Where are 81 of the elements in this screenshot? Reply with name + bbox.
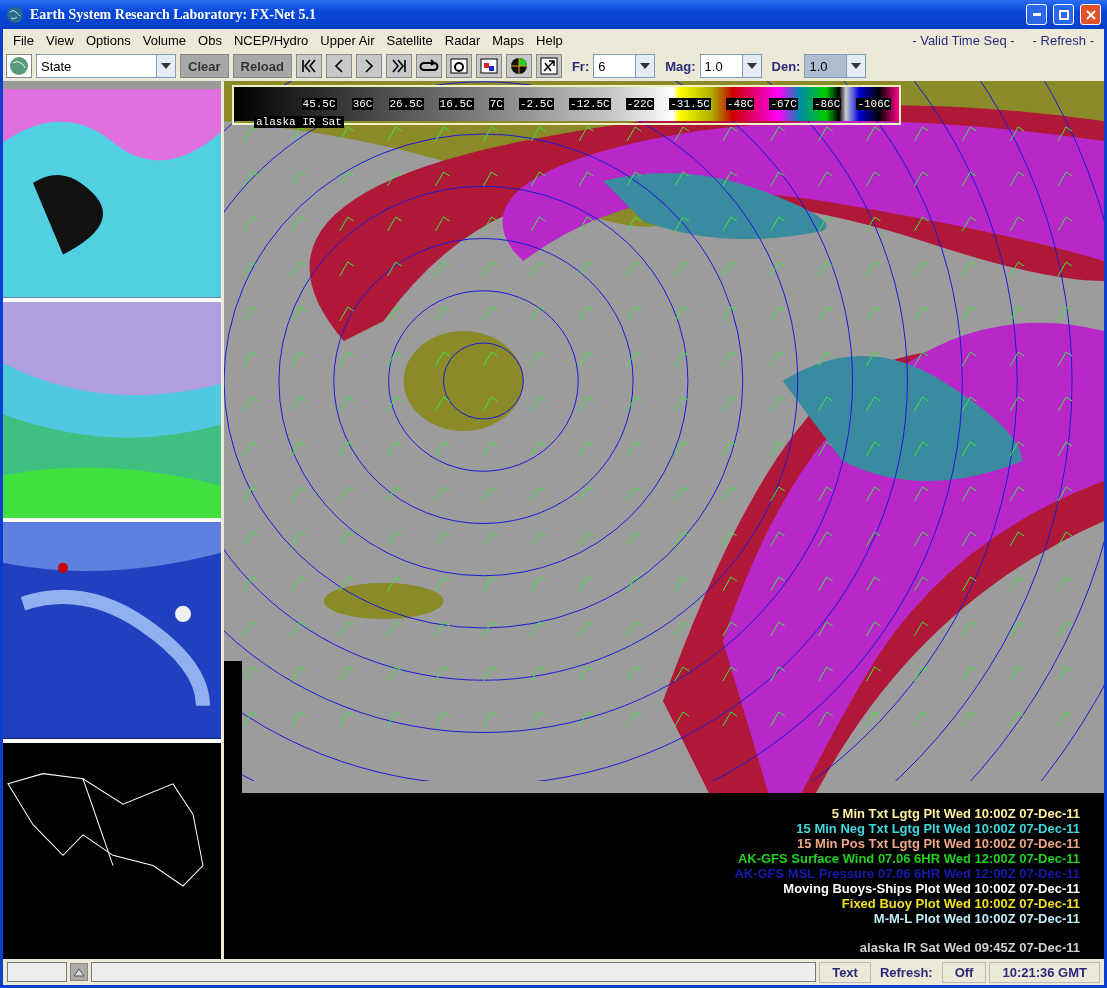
density-dropdown[interactable]: 1.0 [804, 54, 867, 78]
legend-line: Moving Buoys-Ships Plot Wed 10:00Z 07-Dec-11 [783, 881, 1080, 896]
clear-button[interactable]: Clear [180, 54, 229, 78]
clock-text: 10:21:36 GMT [989, 961, 1100, 983]
menu-item[interactable]: View [39, 30, 80, 50]
up-button[interactable] [70, 963, 88, 981]
globe-button[interactable] [6, 54, 32, 78]
globe-icon [6, 5, 24, 24]
crosshair-icon [508, 57, 529, 75]
legend-line: 15 Min Neg Txt Lgtg Plt Wed 10:00Z 07-Dec-11 [796, 821, 1080, 836]
menu-item[interactable]: File [7, 30, 40, 50]
scale-label: -22C [625, 98, 655, 110]
image-timestamp: alaska IR Sat Wed 09:45Z 07-Dec-11 [859, 940, 1080, 955]
magnification-dropdown[interactable]: 1.0 [699, 54, 762, 78]
maximize-icon [1058, 9, 1069, 20]
reload-button[interactable]: Reload [232, 54, 292, 78]
region-dropdown[interactable]: State [36, 54, 176, 78]
menu-item[interactable]: NCEP/Hydro [227, 30, 315, 50]
map-thumbnail[interactable] [3, 81, 221, 298]
field-label: Mag: [665, 58, 696, 74]
status-field[interactable] [7, 962, 67, 982]
previous-frame-button[interactable] [325, 54, 352, 78]
text-mode-button[interactable]: Text [819, 961, 871, 983]
menu-link[interactable]: - Refresh - [1032, 32, 1094, 48]
menu-item[interactable]: Satellite [380, 30, 439, 50]
legend-line: AK-GFS MSL Pressure 07.06 6HR Wed 12:00Z 07-Dec-11 [734, 866, 1080, 881]
menu-item[interactable]: Volume [136, 30, 193, 50]
scale-label: -12.5C [569, 98, 611, 110]
legend-line: AK-GFS Surface Wind 07.06 6HR Wed 12:00Z 07-Dec-11 [737, 851, 1080, 866]
caret-icon [640, 63, 651, 69]
menu-item[interactable]: Help [530, 30, 569, 50]
crosshair-button[interactable] [505, 54, 532, 78]
scale-label: -48C [725, 98, 755, 110]
scale-label: 26.5C [388, 98, 424, 110]
scale-label: 45.5C [301, 98, 337, 110]
scale-label: -31.5C [669, 98, 711, 110]
menu-item[interactable]: Radar [438, 30, 487, 50]
satellite-map-drawing[interactable] [224, 81, 1104, 959]
refresh-label: Refresh: [878, 964, 934, 980]
caret-icon [746, 63, 757, 69]
map-thumbnail[interactable] [3, 301, 221, 518]
refresh-frame-icon [448, 57, 469, 75]
caret-icon [851, 63, 862, 69]
scale-label: -2.5C [519, 98, 554, 110]
legend-line: M-M-L Plot Wed 10:00Z 07-Dec-11 [873, 911, 1080, 926]
color-table-button[interactable] [475, 54, 502, 78]
scale-label: 16.5C [438, 98, 474, 110]
legend-line: Fixed Buoy Plot Wed 10:00Z 07-Dec-11 [841, 896, 1080, 911]
field-label: Den: [771, 58, 801, 74]
refresh-toggle[interactable]: Off [941, 961, 987, 983]
maximize-button[interactable] [1053, 4, 1074, 25]
window-title: Earth System Research Laboratory: FX-Net 5.1 [30, 6, 317, 23]
refresh-frame-button[interactable] [445, 54, 472, 78]
first-frame-button[interactable] [295, 54, 322, 78]
minimize-button[interactable] [1026, 4, 1047, 25]
menu-item[interactable]: Upper Air [314, 30, 381, 50]
close-icon [1085, 9, 1096, 20]
scale-label: -67C [769, 98, 798, 110]
menu-item[interactable]: Obs [192, 30, 228, 50]
loop-button[interactable] [415, 54, 442, 78]
menu-item[interactable]: Maps [486, 30, 531, 50]
scale-label: -86C [812, 98, 842, 110]
scale-label: 7C [488, 98, 504, 110]
color-table-icon [478, 57, 499, 75]
scale-label: -106C [856, 98, 892, 110]
map-thumbnail[interactable] [3, 522, 221, 739]
frames-dropdown[interactable]: 6 [593, 54, 656, 78]
last-frame-button[interactable] [385, 54, 412, 78]
minimize-icon [1032, 13, 1041, 16]
field-label: Fr: [571, 58, 590, 74]
scale-label: 36C [351, 98, 374, 110]
legend-line: 5 Min Txt Lgtg Plt Wed 10:00Z 07-Dec-11 [831, 806, 1080, 821]
caret-icon [161, 63, 171, 69]
next-frame-button[interactable] [355, 54, 382, 78]
menu-link[interactable]: - Valid Time Seq - [912, 32, 1015, 48]
zoom-arrow-button[interactable] [535, 54, 562, 78]
menu-item[interactable]: Options [79, 30, 137, 50]
scale-caption: alaska IR Sat [254, 116, 344, 128]
legend-line: 15 Min Pos Txt Lgtg Plt Wed 10:00Z 07-Dec-11 [797, 836, 1080, 851]
up-arrow-icon [73, 967, 85, 977]
close-button[interactable] [1080, 4, 1101, 25]
